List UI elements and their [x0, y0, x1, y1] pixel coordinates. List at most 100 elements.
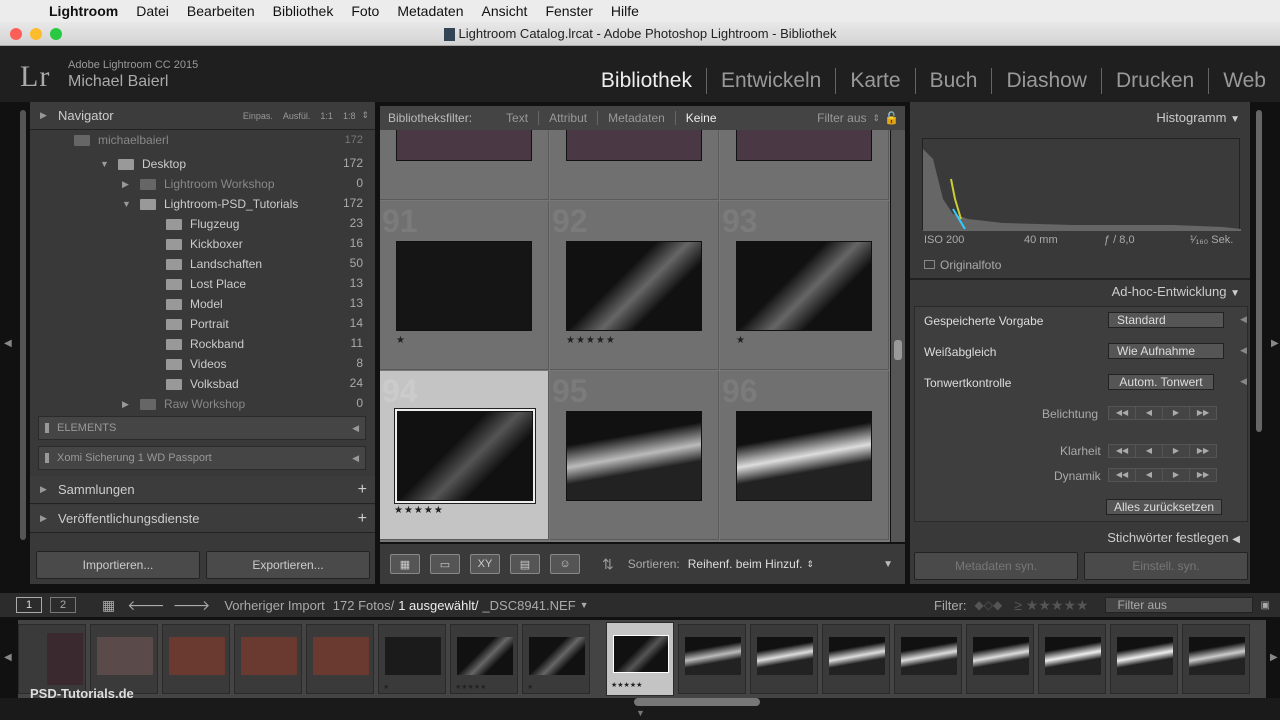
preset-select[interactable]: Standard [1108, 312, 1224, 328]
zoom-icon[interactable] [50, 28, 62, 40]
filmstrip-thumbnail[interactable] [613, 635, 669, 673]
menu-fenster[interactable]: Fenster [536, 3, 601, 19]
disclosure-closed-icon[interactable]: ◀ [1232, 534, 1240, 545]
grid-cell[interactable] [720, 130, 889, 200]
disclosure-closed-icon[interactable]: ▶ [122, 399, 140, 410]
filmstrip-thumbnail[interactable] [1117, 637, 1173, 675]
grid-view-icon[interactable]: ▦ [390, 554, 420, 574]
sort-stepper-icon[interactable]: ⇕ [807, 559, 815, 570]
filmstrip-thumbnail[interactable] [313, 637, 369, 675]
volume-xomi[interactable]: Xomi Sicherung 1 WD Passport ◀ [38, 446, 366, 470]
folder-row-volksbad[interactable]: Volksbad [166, 374, 239, 394]
step-down-icon[interactable]: ◀ [1135, 468, 1163, 482]
filmstrip-right-arrow-icon[interactable]: ▶ [1270, 652, 1278, 663]
sort-direction-icon[interactable]: ⇅ [602, 556, 614, 573]
flag-filter-icons[interactable]: ◆◇◆ [975, 598, 1003, 612]
source-label[interactable]: Vorheriger Import [224, 598, 324, 613]
compare-view-icon[interactable]: XY [470, 554, 500, 574]
disclosure-open-icon[interactable]: ▼ [100, 159, 118, 169]
navigator-header[interactable]: ▶ Navigator Einpas. Ausfül. 1:1 1:8 ⇕ [30, 102, 375, 130]
disclosure-closed-icon[interactable]: ▶ [122, 179, 140, 190]
filter-select[interactable]: Filter aus [1104, 597, 1253, 613]
filmstrip-cell[interactable] [1110, 624, 1178, 694]
close-icon[interactable] [10, 28, 22, 40]
grid-cell[interactable]: 92 ★★★★★ [550, 201, 719, 370]
filmstrip-thumbnail[interactable] [385, 637, 441, 675]
left-panel-toggle-icon[interactable]: ◀ [4, 338, 12, 349]
survey-view-icon[interactable]: ▤ [510, 554, 540, 574]
step-down-icon[interactable]: ◀ [1135, 406, 1163, 420]
grid-cell[interactable]: 95 [550, 371, 719, 540]
folder-row-raw-workshop[interactable]: ▶ Raw Workshop [122, 394, 245, 414]
disclosure-open-icon[interactable]: ▼ [1230, 114, 1240, 125]
white-balance-select[interactable]: Wie Aufnahme [1108, 343, 1224, 359]
import-button[interactable]: Importieren... [36, 551, 200, 579]
step-down-icon[interactable]: ◀ [1135, 444, 1163, 458]
menu-foto[interactable]: Foto [342, 3, 388, 19]
filter-preset[interactable]: Filter aus [817, 111, 866, 125]
filmstrip-thumbnail[interactable] [1045, 637, 1101, 675]
filter-lock-icon[interactable]: ▣ [1261, 600, 1270, 611]
sync-metadata-button[interactable]: Metadaten syn. [914, 552, 1078, 580]
zoom-fit[interactable]: Einpas. [243, 111, 273, 121]
histogram-header[interactable]: Histogramm ▼ [1156, 110, 1240, 125]
filmstrip-cell[interactable] [306, 624, 374, 694]
filmstrip-cell[interactable] [750, 624, 818, 694]
step-up-icon[interactable]: ▶ [1162, 468, 1190, 482]
module-bibliothek[interactable]: Bibliothek [587, 68, 707, 94]
folder-row-lost-place[interactable]: Lost Place [166, 274, 246, 294]
filmstrip-cell[interactable] [894, 624, 962, 694]
photo-thumbnail[interactable] [396, 130, 532, 161]
filmstrip-thumbnail[interactable] [47, 633, 83, 685]
filmstrip-left-arrow-icon[interactable]: ◀ [4, 652, 12, 663]
back-arrow-icon[interactable]: 🡐 [127, 597, 165, 614]
left-scrollbar[interactable] [20, 110, 26, 540]
grid-cell[interactable] [380, 130, 549, 200]
checkbox-icon[interactable] [924, 260, 935, 269]
expand-arrow-icon[interactable]: ◀ [1240, 314, 1247, 325]
minimize-icon[interactable] [30, 28, 42, 40]
filter-none[interactable]: Keine [676, 111, 727, 125]
filename[interactable]: _DSC8941.NEF [482, 598, 575, 613]
volume-arrow-icon[interactable]: ◀ [352, 453, 359, 464]
filmstrip-thumbnail[interactable] [97, 637, 153, 675]
photo-thumbnail[interactable] [566, 130, 702, 161]
step-up-icon[interactable]: ▶ [1162, 406, 1190, 420]
toolbar-menu-icon[interactable]: ▼ [883, 559, 893, 570]
step-up-large-icon[interactable]: ▶▶ [1189, 468, 1217, 482]
quick-develop-header[interactable]: Ad-hoc-Entwicklung ▼ [1112, 284, 1240, 299]
folder-row-lightroom-workshop[interactable]: ▶ Lightroom Workshop [122, 174, 275, 194]
menu-ansicht[interactable]: Ansicht [473, 3, 537, 19]
folder-row-partial[interactable]: michaelbaierl [74, 134, 169, 146]
menu-hilfe[interactable]: Hilfe [602, 3, 648, 19]
filter-text[interactable]: Text [496, 111, 540, 125]
reset-all-button[interactable]: Alles zurücksetzen [1106, 499, 1222, 515]
folder-row-portrait[interactable]: Portrait [166, 314, 229, 334]
grid-cell[interactable] [550, 130, 719, 200]
grid-cell[interactable]: 93 ★ [720, 201, 889, 370]
filmstrip-thumbnail[interactable] [1189, 637, 1245, 675]
histogram[interactable] [922, 138, 1241, 231]
menu-bibliothek[interactable]: Bibliothek [264, 3, 343, 19]
grid-cell[interactable]: 96 [720, 371, 889, 540]
filmstrip-cell[interactable]: ★ [522, 624, 590, 694]
filmstrip-thumbnail[interactable] [241, 637, 297, 675]
zoom-1-1[interactable]: 1:1 [320, 111, 333, 121]
filename-dropdown-icon[interactable]: ▼ [580, 600, 589, 610]
grid-scrollbar[interactable] [891, 130, 905, 542]
volume-arrow-icon[interactable]: ◀ [352, 423, 359, 434]
photo-thumbnail[interactable] [736, 130, 872, 161]
expand-arrow-icon[interactable]: ◀ [1240, 345, 1247, 356]
loupe-view-icon[interactable]: ▭ [430, 554, 460, 574]
disclosure-open-icon[interactable]: ▼ [122, 199, 140, 209]
filmstrip-thumbnail[interactable] [457, 637, 513, 675]
folder-row-desktop[interactable]: ▼ Desktop [100, 154, 186, 174]
bottom-panel-toggle-icon[interactable]: ▼ [636, 708, 645, 718]
step-up-icon[interactable]: ▶ [1162, 444, 1190, 458]
photo-thumbnail[interactable] [736, 411, 872, 501]
disclosure-triangle-icon[interactable]: ▶ [40, 484, 58, 495]
grid-scroll-thumb[interactable] [894, 340, 902, 360]
module-karte[interactable]: Karte [836, 68, 916, 94]
folder-row-psd-tutorials[interactable]: ▼ Lightroom-PSD_Tutorials [122, 194, 298, 214]
zoom-1-8[interactable]: 1:8 [343, 111, 356, 121]
